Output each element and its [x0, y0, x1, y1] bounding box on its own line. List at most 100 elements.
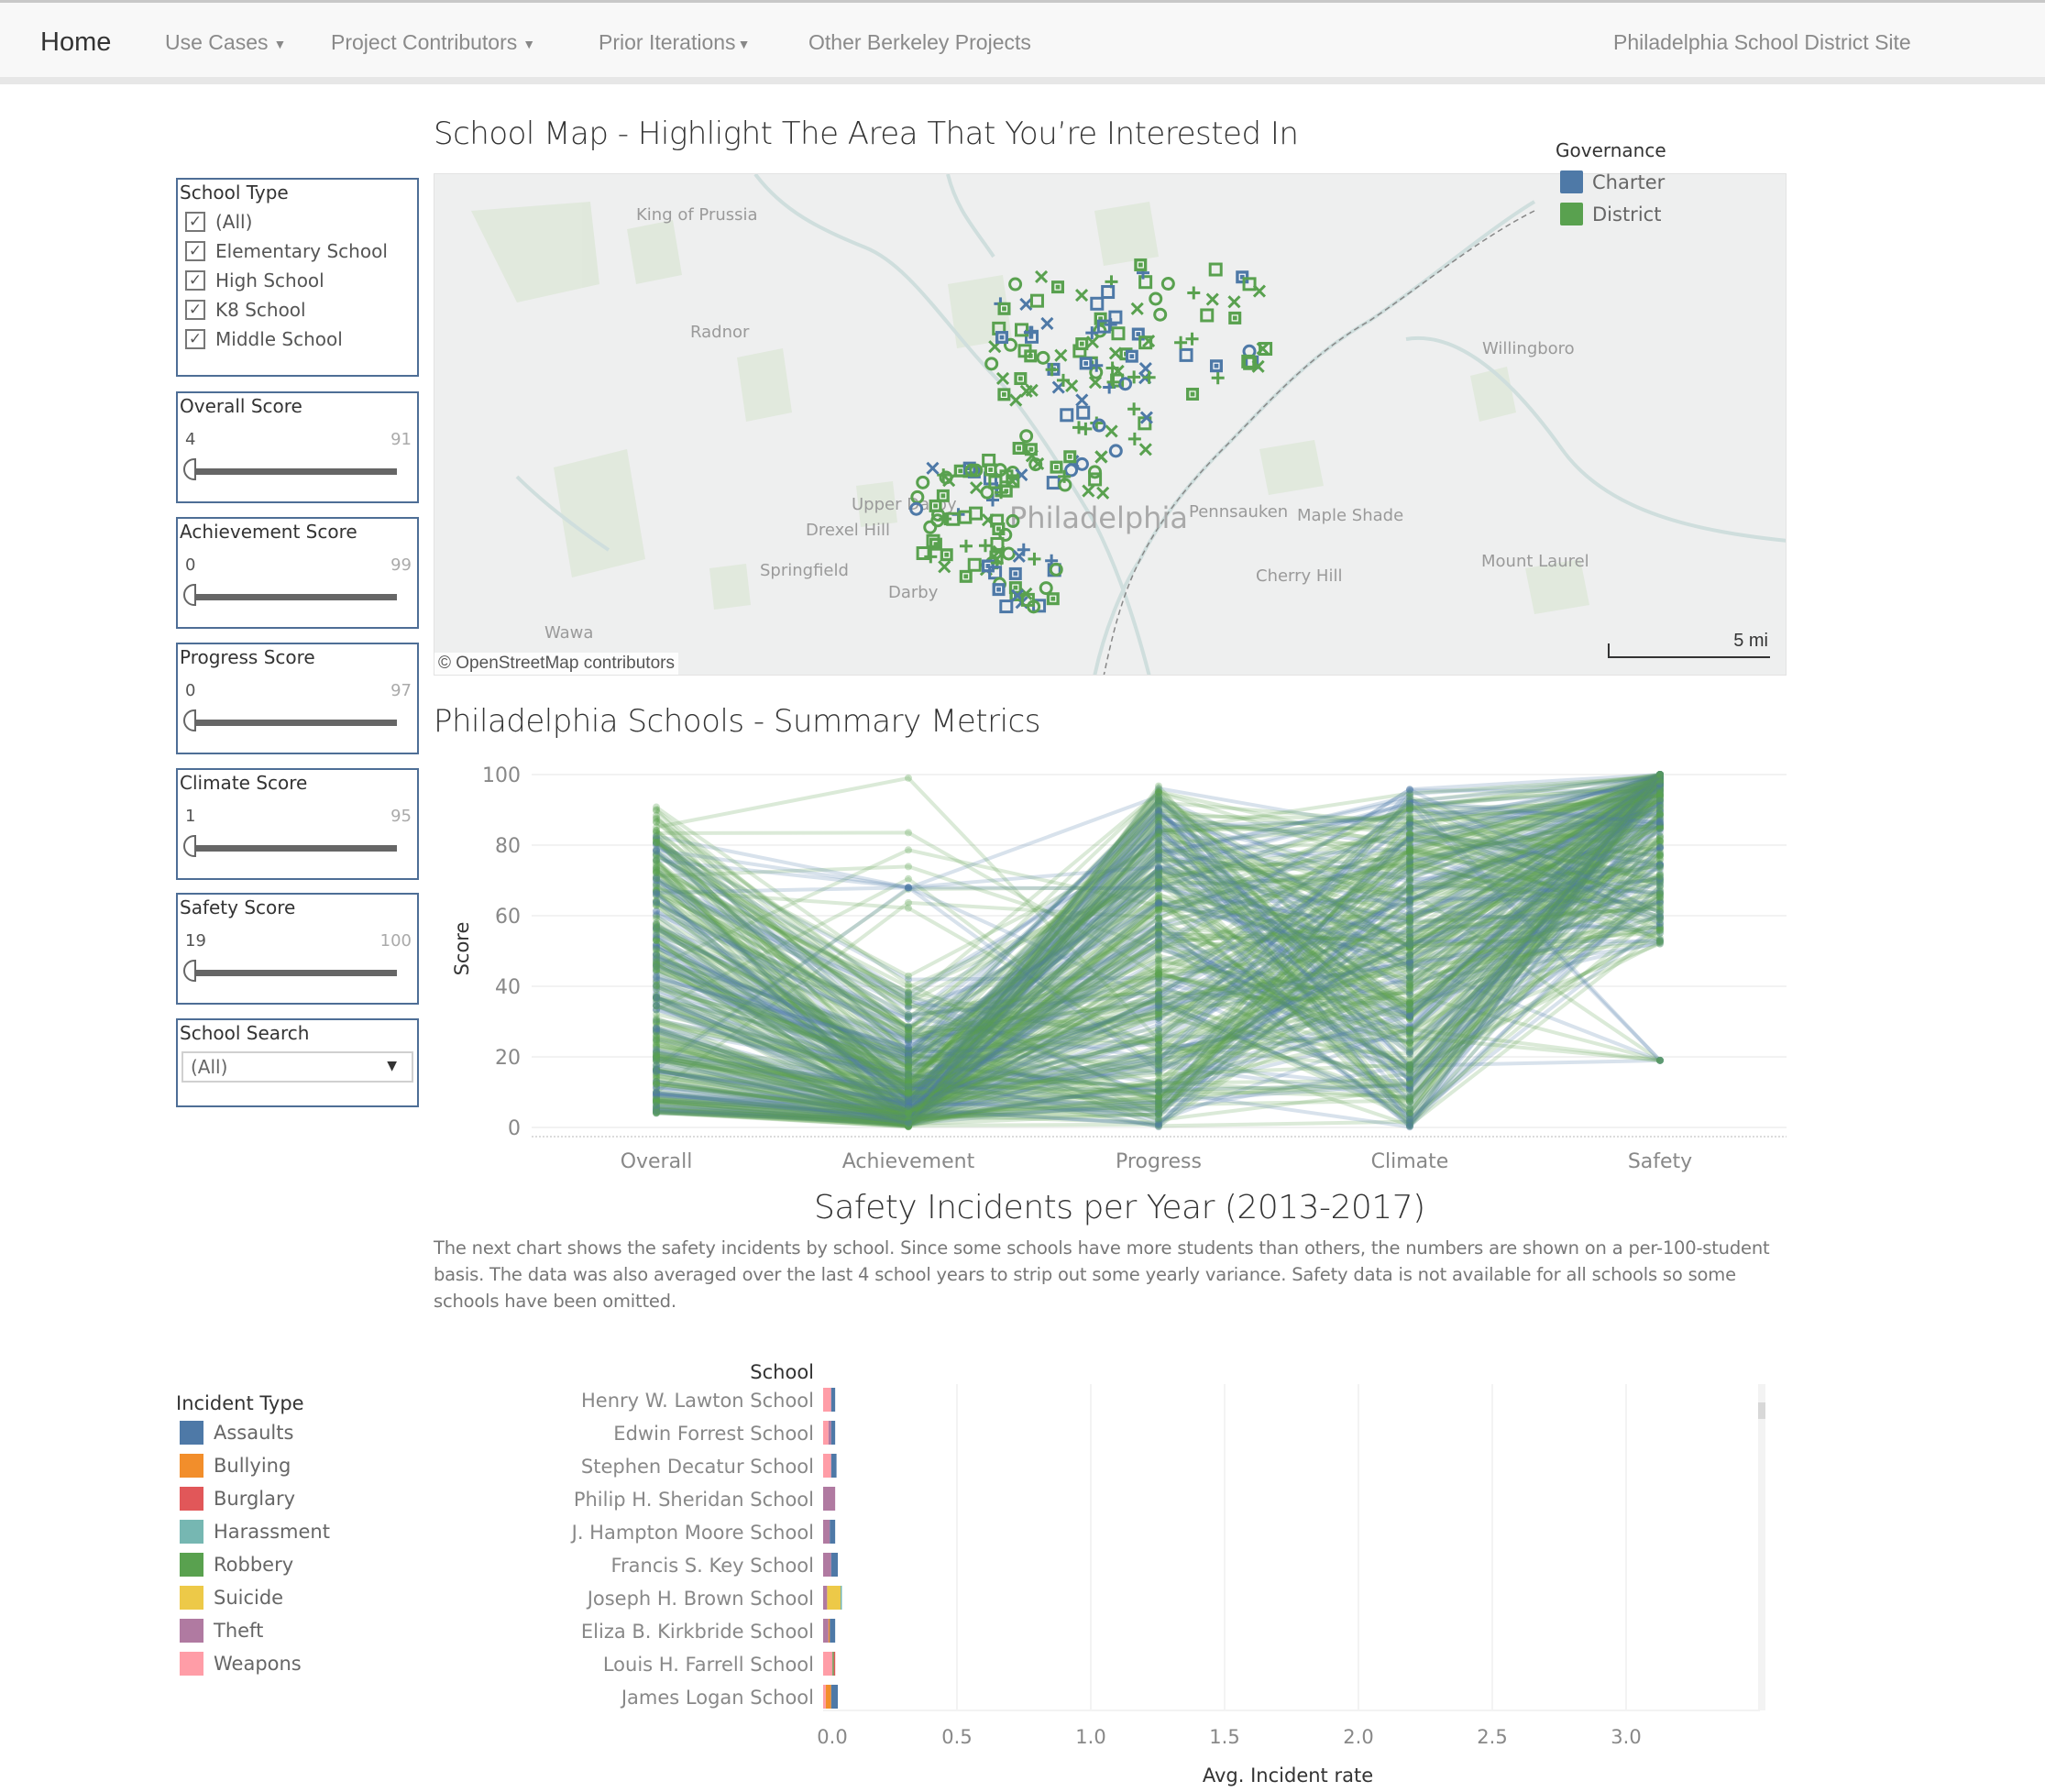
school-point[interactable] — [1155, 979, 1162, 987]
school-marker-cross[interactable] — [1009, 393, 1023, 407]
school-point[interactable] — [1406, 1061, 1413, 1069]
school-marker-filled-square[interactable] — [1228, 311, 1242, 324]
school-marker-plus[interactable] — [1090, 416, 1104, 430]
school-point[interactable] — [1406, 1116, 1413, 1124]
school-point[interactable] — [905, 774, 912, 782]
bar-segment-assaults[interactable] — [830, 1685, 839, 1709]
school-point[interactable] — [653, 1067, 660, 1075]
school-point[interactable] — [1406, 1039, 1413, 1048]
school-point[interactable] — [1155, 898, 1162, 907]
school-markers[interactable] — [434, 174, 1787, 676]
school-point[interactable] — [905, 980, 912, 988]
school-marker-cross[interactable] — [1130, 302, 1144, 315]
slider-handle[interactable] — [183, 960, 196, 982]
bar-segment-bullying[interactable] — [825, 1685, 831, 1709]
bar-segment-assaults[interactable] — [830, 1553, 839, 1577]
chart-scrollbar[interactable] — [1758, 1384, 1765, 1710]
school-point[interactable] — [653, 1048, 660, 1056]
school-marker-filled-square[interactable] — [984, 463, 997, 477]
school-marker-filled-square[interactable] — [1012, 442, 1026, 456]
chart-scrollbar-thumb[interactable] — [1758, 1402, 1765, 1419]
school-point[interactable] — [1406, 913, 1413, 921]
school-point[interactable] — [653, 966, 660, 974]
slider-track[interactable] — [196, 468, 397, 475]
school-marker-circle[interactable] — [1001, 546, 1016, 561]
school-marker-cross[interactable] — [1075, 289, 1089, 302]
bar-segment-weapons[interactable] — [823, 1652, 833, 1676]
school-marker-cross[interactable] — [1105, 424, 1118, 438]
school-point[interactable] — [1406, 883, 1413, 891]
school-point[interactable] — [1155, 841, 1162, 849]
school-point[interactable] — [1656, 882, 1664, 890]
school-point[interactable] — [1155, 1032, 1162, 1040]
slider-track[interactable] — [196, 970, 397, 976]
school-point[interactable] — [1406, 793, 1413, 801]
school-point[interactable] — [1656, 828, 1664, 836]
school-point[interactable] — [1155, 796, 1162, 804]
school-marker-filled-square[interactable] — [959, 569, 973, 583]
school-label[interactable]: Francis S. Key School — [610, 1555, 814, 1577]
legend-item-charter[interactable]: Charter — [1560, 170, 1665, 193]
bar-segment-assaults[interactable] — [830, 1454, 837, 1478]
school-marker-filled-square[interactable] — [997, 388, 1011, 401]
school-marker-filled-square[interactable] — [940, 548, 953, 562]
nav-use-cases-dropdown[interactable]: Use Cases ▼ — [165, 30, 286, 55]
school-point[interactable] — [1656, 849, 1664, 857]
parallel-coordinates-chart[interactable]: 0 20 40 60 80 100 Score Overall Achievement Progr… — [434, 752, 1790, 1182]
school-point[interactable] — [905, 874, 912, 883]
school-marker-square[interactable] — [969, 506, 984, 521]
bar-segment-theft[interactable] — [823, 1520, 830, 1544]
school-label[interactable]: Edwin Forrest School — [613, 1423, 814, 1445]
school-marker-square[interactable] — [999, 599, 1014, 614]
checkbox-elementary-school[interactable]: ✓ Elementary School — [185, 238, 388, 264]
school-point[interactable] — [905, 1062, 912, 1071]
legend-item-district[interactable]: District — [1560, 203, 1661, 225]
school-point[interactable] — [905, 846, 912, 854]
school-point[interactable] — [653, 847, 660, 855]
nav-prior-iterations-dropdown[interactable]: Prior Iterations ▼ — [599, 30, 750, 55]
school-marker-square[interactable] — [1090, 296, 1105, 311]
school-marker-plus[interactable] — [1127, 432, 1141, 445]
school-point[interactable] — [905, 988, 912, 996]
bar-segment-weapons[interactable] — [823, 1388, 831, 1412]
school-point[interactable] — [1155, 1053, 1162, 1061]
school-point[interactable] — [653, 869, 660, 877]
school-marker-square[interactable] — [1138, 275, 1153, 290]
school-marker-plus[interactable] — [1017, 543, 1030, 556]
school-point[interactable] — [1155, 854, 1162, 863]
school-point[interactable] — [1155, 864, 1162, 873]
school-marker-cross[interactable] — [1138, 443, 1152, 456]
school-point[interactable] — [653, 1088, 660, 1096]
legend-item-robbery[interactable]: Robbery — [180, 1553, 293, 1577]
checkbox-checked-icon[interactable]: ✓ — [185, 212, 205, 232]
map-attribution[interactable]: © OpenStreetMap contributors — [434, 653, 678, 675]
school-marker-square[interactable] — [1029, 293, 1044, 308]
school-marker-circle[interactable] — [1064, 463, 1079, 478]
legend-item-assaults[interactable]: Assaults — [180, 1421, 293, 1445]
nav-other-berkeley-projects-link[interactable]: Other Berkeley Projects — [808, 30, 1031, 55]
school-point[interactable] — [1406, 830, 1413, 838]
checkbox-middle-school[interactable]: ✓ Middle School — [185, 326, 343, 352]
school-marker-cross[interactable] — [1108, 346, 1122, 360]
checkbox-checked-icon[interactable]: ✓ — [185, 241, 205, 261]
school-point[interactable] — [653, 854, 660, 863]
school-marker-circle[interactable] — [923, 520, 938, 534]
bar-segment-theft[interactable] — [828, 1421, 831, 1445]
school-marker-circle[interactable] — [909, 501, 924, 516]
school-marker-plus[interactable] — [1211, 371, 1225, 385]
school-marker-cross[interactable] — [1227, 295, 1241, 309]
school-marker-plus[interactable] — [1185, 332, 1199, 346]
school-point[interactable] — [1155, 806, 1162, 814]
school-marker-square[interactable] — [1046, 476, 1061, 490]
school-marker-circle[interactable] — [1019, 429, 1034, 444]
school-label[interactable]: Eliza B. Kirkbride School — [581, 1621, 814, 1643]
school-marker-cross[interactable] — [1096, 486, 1110, 500]
school-point[interactable] — [653, 1025, 660, 1033]
school-point[interactable] — [653, 1001, 660, 1009]
bar-segment-theft[interactable] — [823, 1619, 829, 1643]
school-label[interactable]: Louis H. Farrell School — [603, 1654, 814, 1676]
legend-item-harassment[interactable]: Harassment — [180, 1520, 330, 1544]
school-point[interactable] — [1406, 896, 1413, 904]
school-point[interactable] — [1155, 1087, 1162, 1095]
school-point[interactable] — [653, 1014, 660, 1022]
